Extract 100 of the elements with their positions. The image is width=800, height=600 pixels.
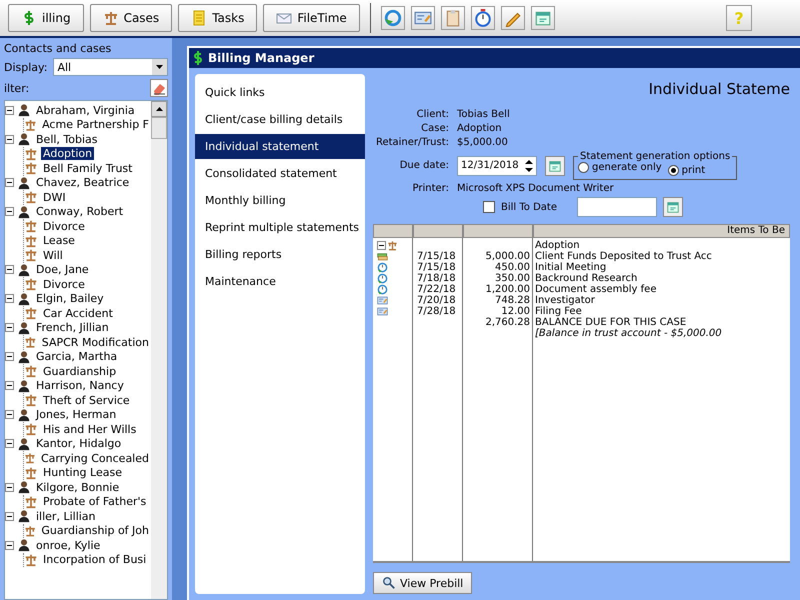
collapse-icon[interactable]: [5, 439, 14, 448]
money-stack-icon: [377, 251, 388, 262]
statement-heading: Individual Stateme: [648, 80, 790, 98]
collapse-icon[interactable]: [5, 178, 14, 188]
toolbar-button[interactable]: [470, 6, 495, 30]
collapse-icon[interactable]: [5, 106, 14, 115]
radio-button[interactable]: [578, 162, 589, 173]
case-item[interactable]: Carrying Concealed: [38, 452, 151, 465]
case-item[interactable]: Acme Partnership F: [40, 118, 151, 132]
case-item[interactable]: SAPCR Modification: [40, 336, 151, 349]
case-item[interactable]: Lease: [41, 234, 77, 248]
collapse-icon[interactable]: [5, 410, 14, 420]
description-cell: [Balance in trust account - $5,000.00: [535, 328, 722, 339]
stopwatch-icon: [474, 9, 492, 27]
case-item[interactable]: Hunting Lease: [41, 466, 124, 480]
description-cell: Initial Meeting: [535, 262, 606, 273]
contact-item[interactable]: Garcia, Martha: [34, 350, 120, 364]
checkbox[interactable]: [483, 201, 495, 213]
cases-button[interactable]: Cases: [90, 4, 172, 32]
column-header: [373, 224, 413, 238]
card-icon: [377, 306, 388, 317]
stopwatch-icon: [377, 262, 388, 273]
collapse-icon[interactable]: [5, 512, 14, 521]
case-item[interactable]: Divorce: [41, 220, 87, 233]
contact-item[interactable]: onroe, Kylie: [34, 538, 102, 552]
contact-item[interactable]: iller, Lillian: [34, 510, 98, 523]
contact-item[interactable]: Chavez, Beatrice: [34, 176, 132, 190]
radio-button[interactable]: [668, 165, 679, 176]
scales-icon: [24, 451, 36, 466]
case-item[interactable]: His and Her Wills: [41, 422, 138, 436]
window-title: Billing Manager: [208, 51, 314, 65]
toolbar-button[interactable]: [500, 6, 525, 30]
view-button[interactable]: View Prebill: [373, 572, 472, 594]
contact-item[interactable]: Bell, Tobias: [34, 132, 100, 146]
toolbar-button[interactable]: [410, 6, 435, 30]
column-header: [463, 224, 533, 238]
collapse-icon[interactable]: [5, 540, 14, 550]
case-item[interactable]: Guardianship of Joh: [39, 524, 151, 538]
calendar-icon: [534, 9, 552, 27]
case-item[interactable]: Divorce: [41, 278, 87, 291]
case-item[interactable]: Bell Family Trust: [41, 162, 134, 175]
field-value: Microsoft XPS Document Writer: [457, 183, 614, 194]
billing-button[interactable]: illing: [8, 4, 84, 32]
case-item[interactable]: Probate of Father's: [41, 495, 148, 508]
person-icon: [17, 103, 31, 118]
filter-label: ilter:: [4, 82, 30, 94]
date-field[interactable]: [576, 197, 657, 217]
description-cell: Adoption: [535, 240, 580, 251]
collapse-icon[interactable]: [5, 134, 14, 144]
case-item[interactable]: Incorpation of Busi: [41, 553, 148, 566]
case-item[interactable]: Car Accident: [41, 306, 115, 320]
collapse-icon[interactable]: [5, 482, 14, 492]
panel-title: Contacts and cases: [4, 42, 112, 55]
nav-item[interactable]: Billing reports: [195, 242, 365, 267]
contact-item[interactable]: Conway, Robert: [34, 205, 126, 218]
contact-item[interactable]: Elgin, Bailey: [34, 292, 106, 306]
case-item[interactable]: Adoption: [41, 147, 94, 160]
toolbar-button[interactable]: [530, 6, 555, 30]
contact-item[interactable]: Jones, Herman: [34, 408, 118, 422]
date-cell: 7/28/18: [417, 306, 456, 317]
filetime-button[interactable]: FileTime: [263, 4, 360, 32]
calendar-button[interactable]: [545, 156, 565, 176]
toolbar-button[interactable]: [440, 6, 465, 30]
nav-item[interactable]: Consolidated statement: [195, 161, 365, 186]
nav-item[interactable]: Monthly billing: [195, 188, 365, 213]
collapse-icon[interactable]: [5, 265, 14, 274]
collapse-icon[interactable]: [5, 294, 14, 304]
date-cell: 7/20/18: [417, 295, 456, 306]
scales-icon: [24, 524, 36, 538]
case-item[interactable]: Theft of Service: [41, 394, 132, 407]
date-field[interactable]: 12/31/2018: [457, 156, 537, 176]
field-label: Printer:: [412, 183, 449, 194]
amount-cell: 12.00: [501, 306, 530, 317]
tasks-button[interactable]: Tasks: [178, 4, 258, 32]
collapse-icon[interactable]: [5, 352, 14, 362]
nav-item[interactable]: Client/case billing details: [195, 107, 365, 132]
collapse-icon[interactable]: [5, 323, 14, 332]
nav-item[interactable]: Maintenance: [195, 269, 365, 294]
scroll-thumb[interactable]: [151, 117, 167, 139]
scrollbar[interactable]: [151, 101, 167, 599]
contact-item[interactable]: Kilgore, Bonnie: [34, 480, 122, 494]
case-item[interactable]: Guardianship: [41, 364, 118, 378]
collapse-icon[interactable]: [5, 381, 14, 390]
collapse-icon[interactable]: [5, 207, 14, 216]
contact-item[interactable]: French, Jillian: [34, 321, 111, 334]
filter-button[interactable]: [150, 79, 168, 97]
nav-item[interactable]: Reprint multiple statements: [195, 215, 365, 240]
display-dropdown[interactable]: All: [53, 58, 168, 76]
contact-item[interactable]: Harrison, Nancy: [34, 379, 126, 392]
case-item[interactable]: Will: [41, 248, 65, 262]
field-label: Client:: [416, 109, 449, 120]
calendar-button[interactable]: [662, 197, 683, 217]
case-item[interactable]: DWI: [41, 190, 68, 204]
toolbar-button[interactable]: [380, 6, 405, 30]
contact-item[interactable]: Doe, Jane: [34, 263, 91, 276]
up-arrow-icon: [156, 107, 162, 111]
contact-item[interactable]: Abraham, Virginia: [34, 104, 137, 117]
nav-item[interactable]: Quick links: [195, 80, 365, 105]
nav-item[interactable]: Individual statement: [195, 134, 365, 159]
contact-item[interactable]: Kantor, Hidalgo: [34, 437, 124, 450]
